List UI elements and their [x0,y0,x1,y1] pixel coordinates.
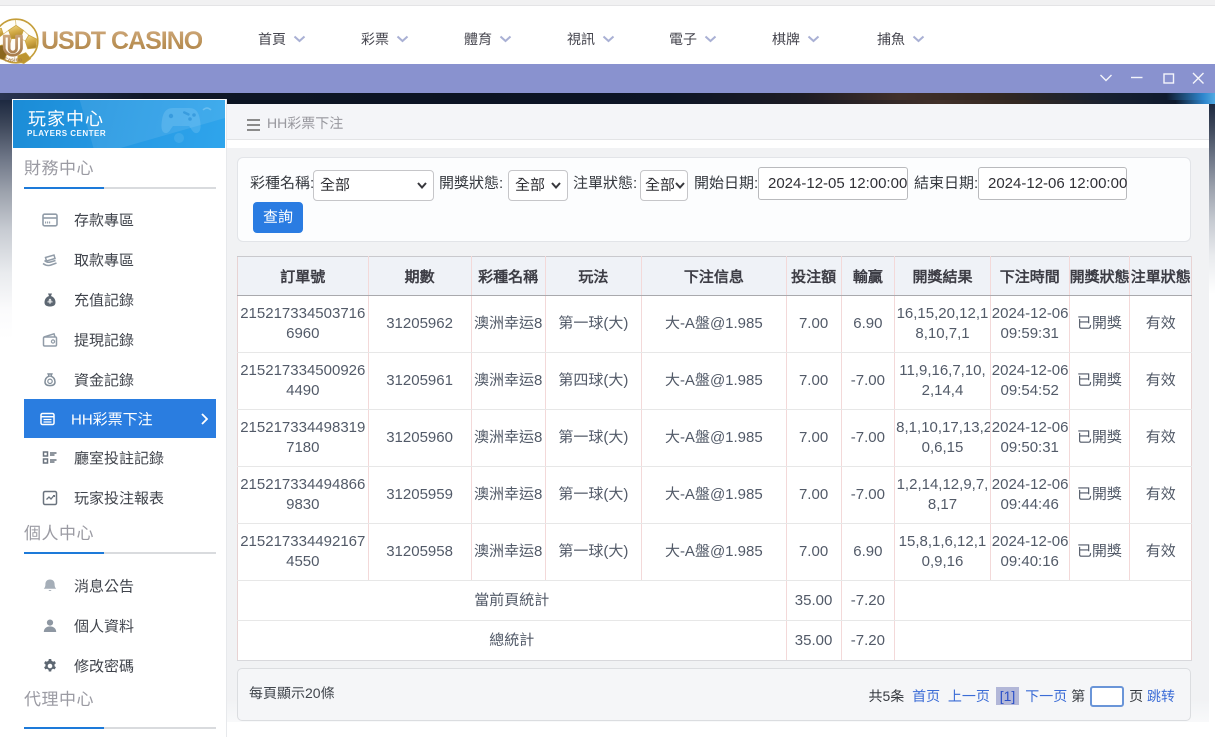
svg-text:Casino: Casino [4,58,23,64]
